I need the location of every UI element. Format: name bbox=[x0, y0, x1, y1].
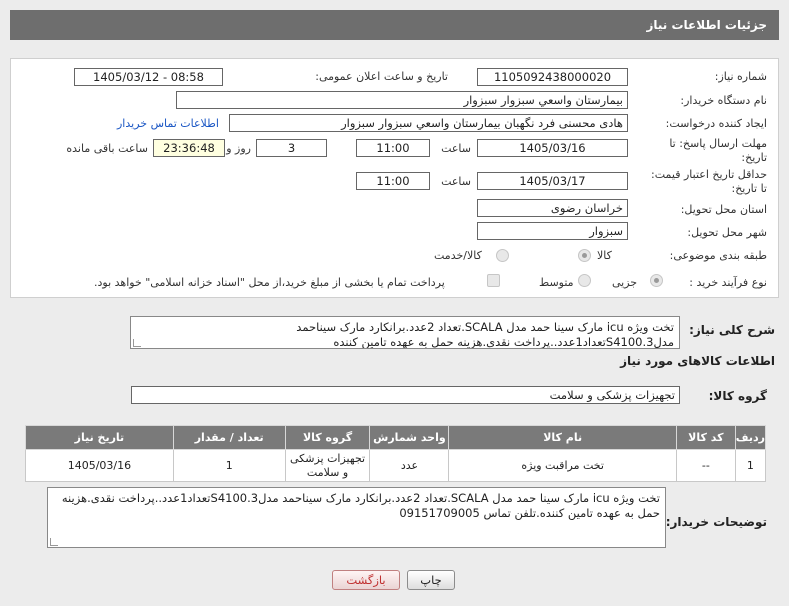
col-header-unit: واحد شمارش bbox=[369, 425, 450, 450]
days-label: روز و bbox=[226, 142, 251, 155]
price-validity-time: 11:00 bbox=[356, 172, 430, 190]
category-radio-goods[interactable] bbox=[578, 249, 591, 262]
remaining-time-label: ساعت باقی مانده bbox=[66, 142, 148, 155]
goods-group-label: گروه کالا: bbox=[708, 389, 767, 403]
purchase-process-label: نوع فرآیند خرید : bbox=[689, 276, 767, 289]
col-header-row-number: ردیف bbox=[734, 425, 767, 450]
print-button[interactable]: چاپ bbox=[407, 570, 455, 590]
col-header-quantity: تعداد / مقدار bbox=[172, 425, 286, 450]
creator-label: ایجاد کننده درخواست: bbox=[665, 117, 767, 130]
treasury-bonds-note: پرداخت تمام یا بخشی از مبلغ خرید،از محل … bbox=[94, 276, 445, 289]
price-validity-time-label: ساعت bbox=[441, 175, 471, 188]
process-option-minor: جزیی bbox=[612, 276, 638, 289]
cell-group: تجهیزات پزشکی و سلامت bbox=[284, 449, 371, 482]
announce-datetime-label: تاریخ و ساعت اعلان عمومی: bbox=[315, 70, 448, 83]
reply-deadline-label-1: مهلت ارسال پاسخ: تا bbox=[669, 137, 767, 150]
cell-need-date: 1405/03/16 bbox=[25, 449, 174, 482]
resize-grip-icon[interactable] bbox=[133, 339, 141, 347]
process-radio-minor[interactable] bbox=[650, 274, 663, 287]
page-title-bar: جزئیات اطلاعات نیاز bbox=[10, 10, 779, 40]
col-header-item-code: کد کالا bbox=[675, 425, 736, 450]
cell-item-name: تخت مراقبت ویژه bbox=[448, 449, 677, 482]
reply-time-label: ساعت bbox=[441, 142, 471, 155]
treasury-bonds-checkbox[interactable] bbox=[487, 274, 500, 287]
cell-quantity: 1 bbox=[172, 449, 286, 482]
reply-deadline-date: 1405/03/16 bbox=[477, 139, 628, 157]
col-header-group: گروه کالا bbox=[284, 425, 371, 450]
delivery-province-label: استان محل تحویل: bbox=[680, 203, 767, 216]
cell-unit: عدد bbox=[369, 449, 450, 482]
price-validity-label-2: تا تاریخ: bbox=[731, 182, 767, 195]
table-row: 1 -- تخت مراقبت ویژه عدد تجهیزات پزشکی و… bbox=[25, 449, 767, 482]
price-validity-label-1: حداقل تاریخ اعتبار قیمت: bbox=[651, 168, 767, 181]
cell-item-code: -- bbox=[675, 449, 736, 482]
creator-field: هادی محسنی فرد نگهبان بیمارستان واسعي سب… bbox=[229, 114, 628, 132]
summary-label: شرح کلی نیاز: bbox=[689, 323, 775, 337]
col-header-need-date: تاریخ نیاز bbox=[25, 425, 174, 450]
buyer-org-label: نام دستگاه خریدار: bbox=[680, 94, 767, 107]
price-validity-date: 1405/03/17 bbox=[477, 172, 628, 190]
page-title: جزئیات اطلاعات نیاز bbox=[646, 18, 767, 32]
summary-text: تخت ویژه icu مارک سینا حمد مدل SCALA.تعد… bbox=[296, 320, 674, 349]
resize-grip-icon[interactable] bbox=[50, 538, 58, 546]
goods-group-field: تجهیزات پزشکی و سلامت bbox=[131, 386, 680, 404]
items-table: ردیف کد کالا نام کالا واحد شمارش گروه کا… bbox=[25, 425, 767, 482]
buyer-notes-text: تخت ویژه icu مارک سینا حمد مدل SCALA.تعد… bbox=[61, 491, 660, 520]
remaining-time: 23:36:48 bbox=[153, 139, 225, 157]
category-option-goods-service: کالا/خدمت bbox=[434, 249, 482, 262]
reply-deadline-time: 11:00 bbox=[356, 139, 430, 157]
process-option-medium: متوسط bbox=[539, 276, 574, 289]
buyer-notes-textarea: تخت ویژه icu مارک سینا حمد مدل SCALA.تعد… bbox=[47, 487, 666, 548]
remaining-days: 3 bbox=[256, 139, 327, 157]
category-option-goods: کالا bbox=[597, 249, 612, 262]
delivery-province-field: خراسان رضوی bbox=[477, 199, 628, 217]
reply-deadline-label-2: تاریخ: bbox=[741, 151, 767, 164]
announce-datetime-field: 1405/03/12 - 08:58 bbox=[74, 68, 223, 86]
col-header-item-name: نام کالا bbox=[448, 425, 677, 450]
buyer-contact-link[interactable]: اطلاعات تماس خریدار bbox=[117, 117, 219, 130]
delivery-city-label: شهر محل تحویل: bbox=[687, 226, 767, 239]
table-header-row: ردیف کد کالا نام کالا واحد شمارش گروه کا… bbox=[25, 425, 767, 450]
process-radio-medium[interactable] bbox=[578, 274, 591, 287]
need-number-field: 1105092438000020 bbox=[477, 68, 628, 86]
goods-info-heading: اطلاعات کالاهای مورد نیاز bbox=[620, 354, 775, 368]
buyer-notes-label: توضیحات خریدار: bbox=[665, 515, 767, 529]
cell-row-number: 1 bbox=[734, 449, 767, 482]
delivery-city-field: سبزوار bbox=[477, 222, 628, 240]
category-radio-goods-service[interactable] bbox=[496, 249, 509, 262]
buyer-org-field: بیمارستان واسعي سبزوار سبزوار bbox=[176, 91, 628, 109]
summary-textarea: تخت ویژه icu مارک سینا حمد مدل SCALA.تعد… bbox=[130, 316, 680, 349]
category-label: طبقه بندی موضوعی: bbox=[669, 249, 767, 262]
need-number-label: شماره نیاز: bbox=[714, 70, 767, 83]
back-button[interactable]: بازگشت bbox=[332, 570, 400, 590]
